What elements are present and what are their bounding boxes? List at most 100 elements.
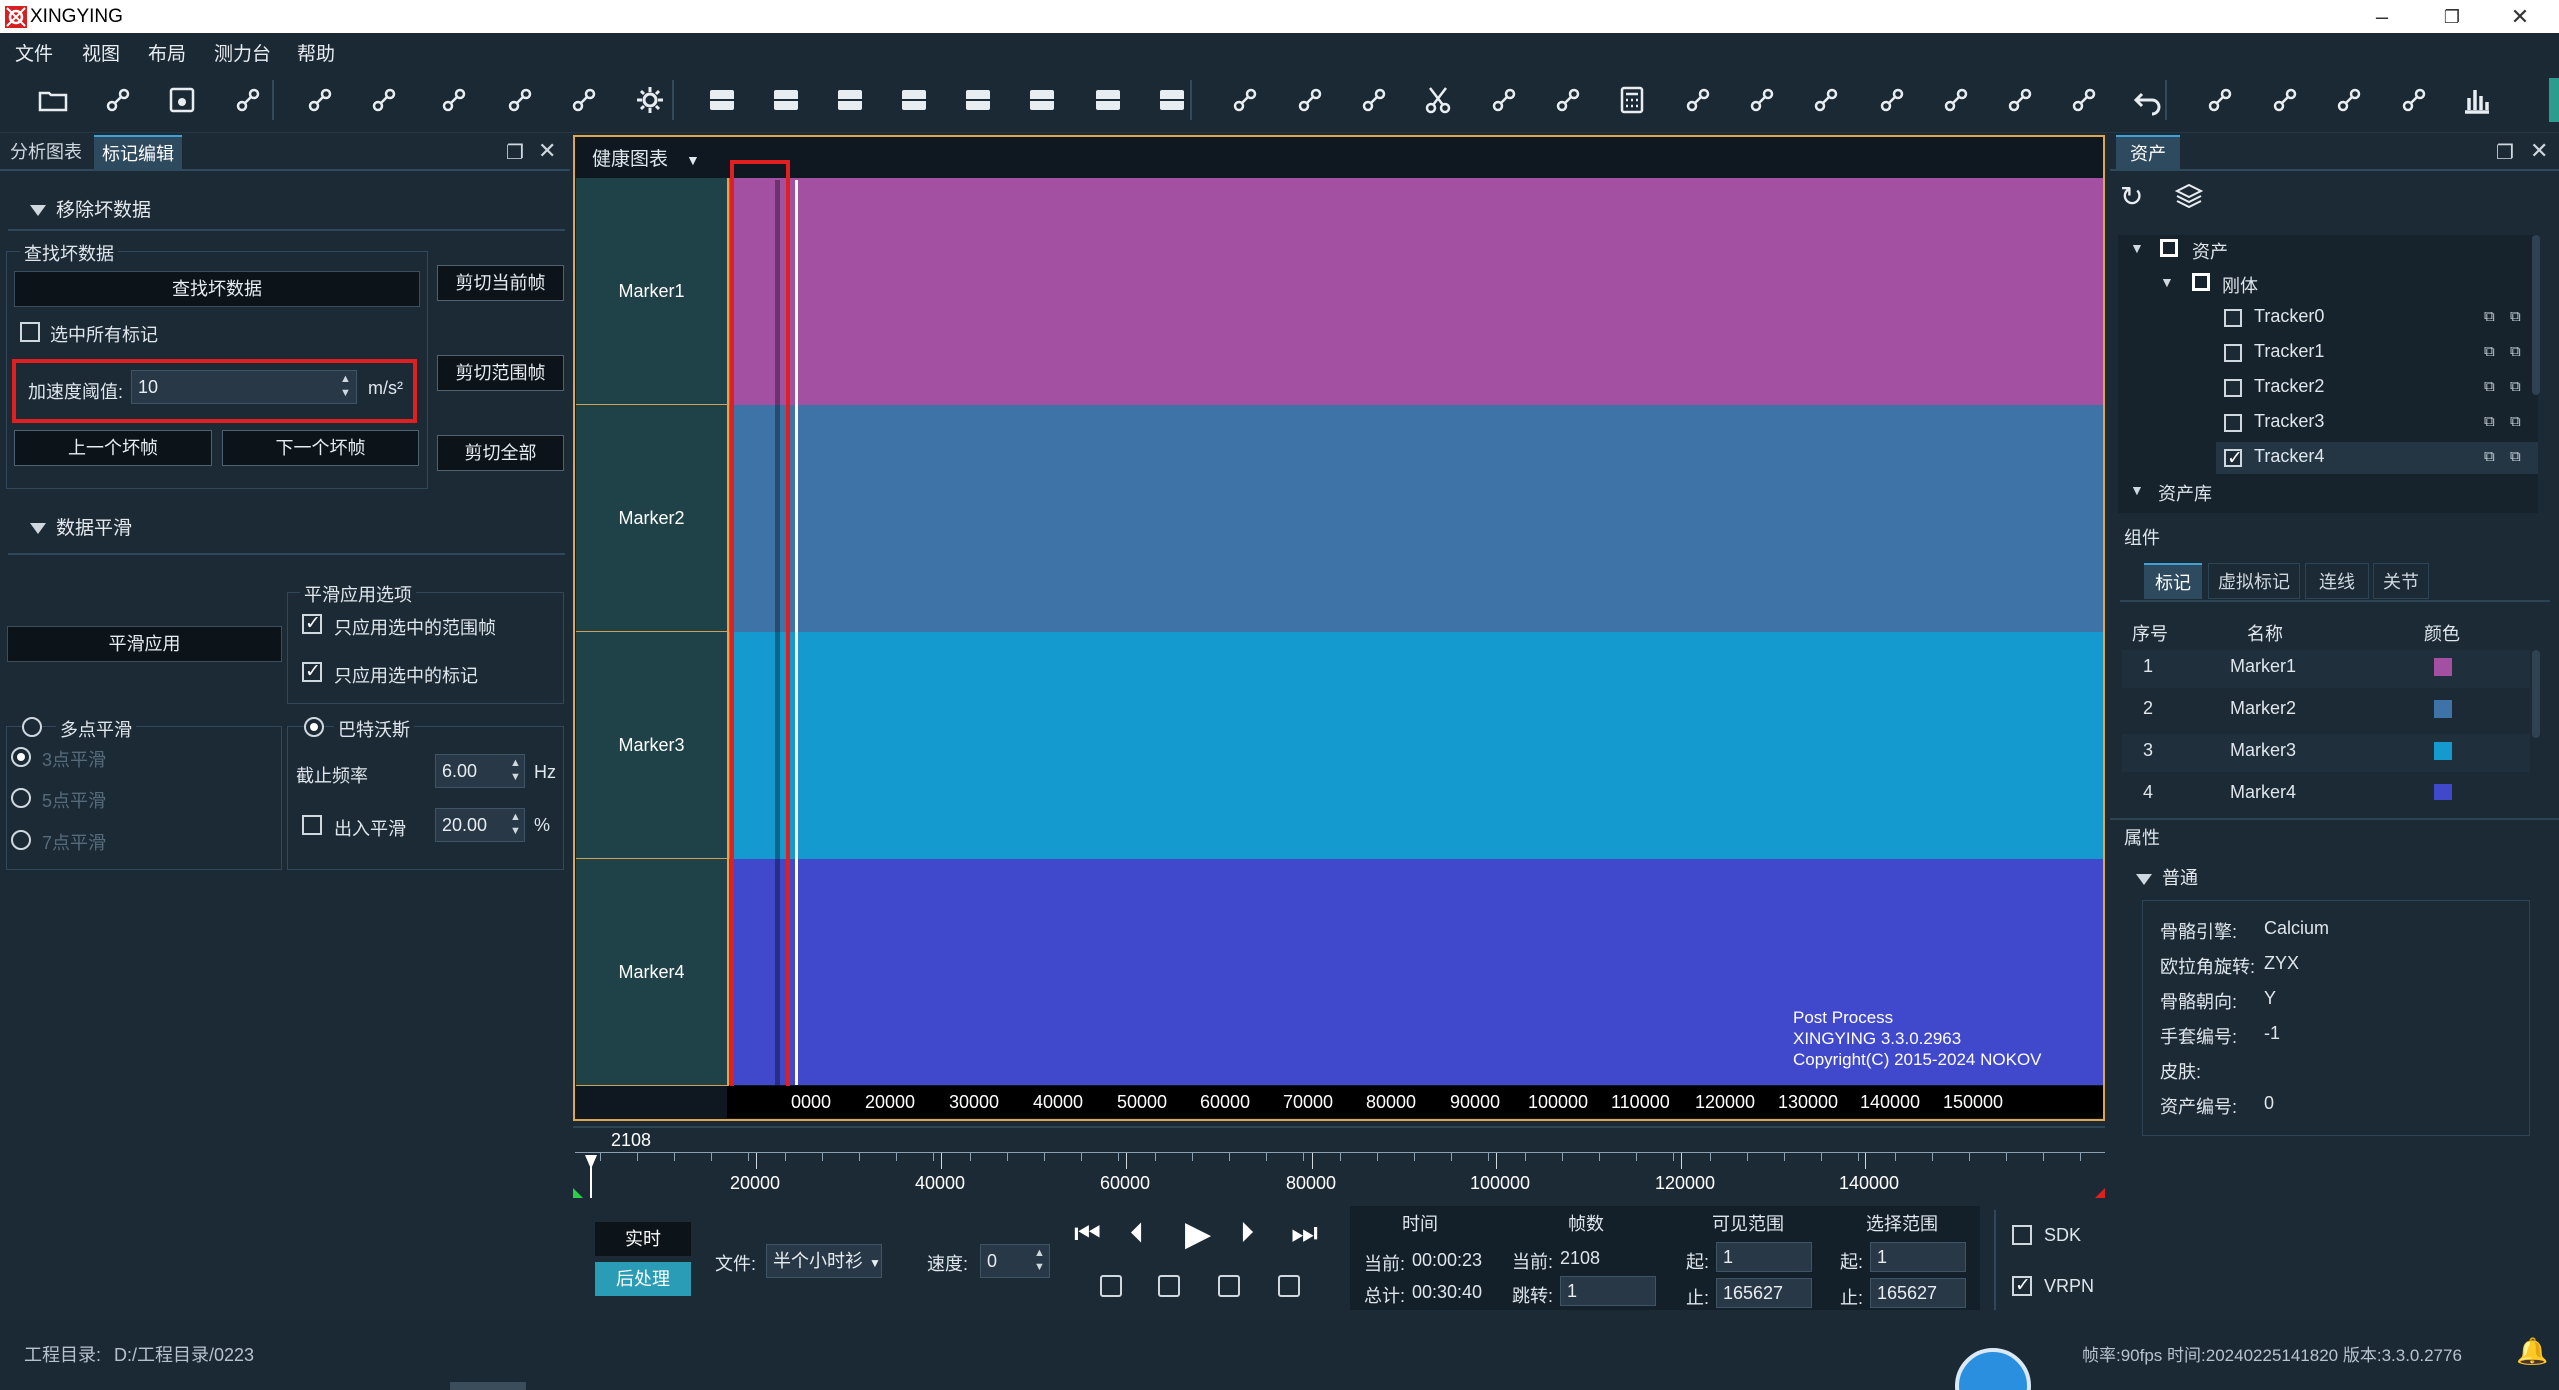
tracker-checkbox[interactable] bbox=[2224, 447, 2243, 470]
subtab-3[interactable]: 关节 bbox=[2373, 563, 2429, 599]
close-window-icon[interactable]: ✕ bbox=[2490, 2, 2550, 32]
tracker-checkbox[interactable] bbox=[2224, 379, 2242, 397]
gauge-icon[interactable] bbox=[2329, 80, 2369, 120]
spin-down-icon[interactable]: ▼ bbox=[510, 826, 521, 837]
selected-markers-checkbox[interactable] bbox=[302, 660, 322, 683]
tab-marker-edit[interactable]: 标记编辑 bbox=[94, 135, 182, 169]
visible-end-input[interactable]: 165627 bbox=[1716, 1278, 1812, 1308]
copy-icon[interactable]: ⧉ bbox=[2484, 308, 2495, 325]
tracker-label[interactable]: Tracker0 bbox=[2254, 306, 2324, 327]
step-back-icon[interactable]: ⏴ bbox=[1130, 1217, 1144, 1250]
range-frames-checkbox[interactable] bbox=[302, 612, 322, 635]
next-bad-frame-button[interactable]: 下一个坏帧 bbox=[222, 430, 419, 466]
paste-icon[interactable]: ⧉ bbox=[2510, 413, 2521, 430]
butterworth-radio[interactable] bbox=[304, 717, 324, 737]
save-icon[interactable] bbox=[162, 80, 202, 120]
bone-icon[interactable] bbox=[1484, 80, 1524, 120]
layout-two-row-icon[interactable] bbox=[766, 80, 806, 120]
section-remove-bad[interactable]: 移除坏数据 bbox=[30, 195, 151, 222]
settings-icon[interactable] bbox=[630, 80, 670, 120]
float-panel-icon[interactable]: ❐ bbox=[2496, 140, 2514, 165]
layers-icon[interactable] bbox=[434, 80, 474, 120]
restore-icon[interactable]: ❐ bbox=[2422, 2, 2482, 32]
mark-out-icon[interactable] bbox=[1158, 1275, 1180, 1297]
accel-threshold-input[interactable]: 10 bbox=[131, 370, 357, 404]
table-scrollbar[interactable] bbox=[2532, 650, 2540, 738]
subtab-0[interactable]: 标记 bbox=[2144, 563, 2202, 599]
find-bad-data-button[interactable]: 查找坏数据 bbox=[14, 271, 420, 307]
cut-current-frame-button[interactable]: 剪切当前帧 bbox=[437, 265, 564, 301]
section-smooth[interactable]: 数据平滑 bbox=[30, 513, 132, 540]
clear-range-icon[interactable] bbox=[1218, 1275, 1240, 1297]
asset-library-label[interactable]: 资产库 bbox=[2158, 480, 2212, 506]
cross-icon[interactable] bbox=[1742, 80, 1782, 120]
target-icon[interactable] bbox=[2000, 80, 2040, 120]
select-all-markers-checkbox[interactable] bbox=[20, 322, 40, 342]
7point-radio[interactable] bbox=[11, 830, 31, 850]
connect-icon[interactable] bbox=[1354, 80, 1394, 120]
menu-forceplate[interactable]: 测力台 bbox=[214, 39, 271, 66]
paste-icon[interactable]: ⧉ bbox=[2510, 448, 2521, 465]
play-icon[interactable]: ▶ bbox=[1185, 1214, 1211, 1254]
marker-health-band[interactable] bbox=[727, 405, 2103, 632]
layout-three-b-icon[interactable] bbox=[958, 80, 998, 120]
line-icon[interactable] bbox=[1548, 80, 1588, 120]
run-icon[interactable] bbox=[2064, 80, 2104, 120]
chart-type-dropdown[interactable]: 健康图表 ▼ bbox=[592, 144, 700, 171]
visible-start-input[interactable]: 1 bbox=[1716, 1242, 1812, 1272]
camera-icon[interactable] bbox=[500, 80, 540, 120]
row-color-swatch[interactable] bbox=[2434, 742, 2452, 760]
cut-range-frames-button[interactable]: 剪切范围帧 bbox=[437, 355, 564, 391]
subtab-1[interactable]: 虚拟标记 bbox=[2208, 563, 2300, 599]
float-panel-icon[interactable]: ❐ bbox=[506, 140, 524, 165]
tree-expand-icon[interactable]: ▼ bbox=[2130, 240, 2144, 256]
menu-file[interactable]: 文件 bbox=[15, 39, 53, 66]
sdk-checkbox[interactable] bbox=[2012, 1225, 2032, 1245]
bulb-icon[interactable] bbox=[1678, 80, 1718, 120]
smooth-apply-button[interactable]: 平滑应用 bbox=[7, 626, 282, 662]
horizontal-scroll-handle[interactable] bbox=[450, 1382, 526, 1390]
5point-radio[interactable] bbox=[11, 788, 31, 808]
tracker-checkbox[interactable] bbox=[2224, 344, 2242, 362]
tree-expand-icon[interactable]: ▼ bbox=[2160, 274, 2174, 290]
toolbar-overflow-handle[interactable] bbox=[2549, 78, 2559, 122]
camera-rotate-icon[interactable] bbox=[364, 80, 404, 120]
prev-bad-frame-button[interactable]: 上一个坏帧 bbox=[14, 430, 212, 466]
skip-to-start-icon[interactable]: ⏮ bbox=[1074, 1217, 1101, 1251]
select-start-input[interactable]: 1 bbox=[1870, 1242, 1966, 1272]
refresh-icon[interactable]: ↻ bbox=[2120, 180, 2143, 213]
loop-range-icon[interactable] bbox=[1278, 1275, 1300, 1297]
copy-icon[interactable]: ⧉ bbox=[2484, 343, 2495, 360]
calculator-icon[interactable] bbox=[1612, 80, 1652, 120]
marker-row-label[interactable]: Marker2 bbox=[576, 405, 727, 632]
minimize-icon[interactable]: – bbox=[2352, 2, 2412, 32]
rigid-body-label[interactable]: 刚体 bbox=[2222, 272, 2258, 298]
undo-icon[interactable] bbox=[2128, 80, 2168, 120]
spin-down-icon[interactable]: ▼ bbox=[1034, 1262, 1045, 1273]
spin-up-icon[interactable]: ▲ bbox=[510, 812, 521, 823]
table-row[interactable] bbox=[2122, 734, 2530, 772]
close-panel-icon[interactable]: ✕ bbox=[2530, 138, 2548, 164]
copy-icon[interactable]: ⧉ bbox=[2484, 413, 2495, 430]
paste-icon[interactable]: ⧉ bbox=[2510, 343, 2521, 360]
layout-three-a-icon[interactable] bbox=[894, 80, 934, 120]
export-icon[interactable] bbox=[228, 80, 268, 120]
select-end-input[interactable]: 165627 bbox=[1870, 1278, 1966, 1308]
refresh-camera-icon[interactable] bbox=[2200, 80, 2240, 120]
tab-analysis-chart[interactable]: 分析图表 bbox=[2, 135, 90, 169]
tracker-checkbox[interactable] bbox=[2224, 414, 2242, 432]
trim-icon[interactable] bbox=[1872, 80, 1912, 120]
cut-all-button[interactable]: 剪切全部 bbox=[437, 435, 564, 471]
spin-up-icon[interactable]: ▲ bbox=[340, 374, 351, 385]
inout-smooth-checkbox[interactable] bbox=[302, 815, 322, 835]
asset-root-label[interactable]: 资产 bbox=[2192, 238, 2228, 264]
marker-health-band[interactable] bbox=[727, 178, 2103, 405]
paste-icon[interactable]: ⧉ bbox=[2510, 308, 2521, 325]
realtime-button[interactable]: 实时 bbox=[595, 1222, 691, 1256]
subtab-2[interactable]: 连线 bbox=[2305, 563, 2369, 599]
row-color-swatch[interactable] bbox=[2434, 700, 2452, 718]
current-frame-line[interactable] bbox=[795, 180, 798, 1085]
tree-expand-icon[interactable]: ▼ bbox=[2130, 482, 2144, 498]
step-forward-icon[interactable]: ⏵ bbox=[1240, 1217, 1254, 1250]
tracker-label[interactable]: Tracker4 bbox=[2254, 446, 2324, 467]
